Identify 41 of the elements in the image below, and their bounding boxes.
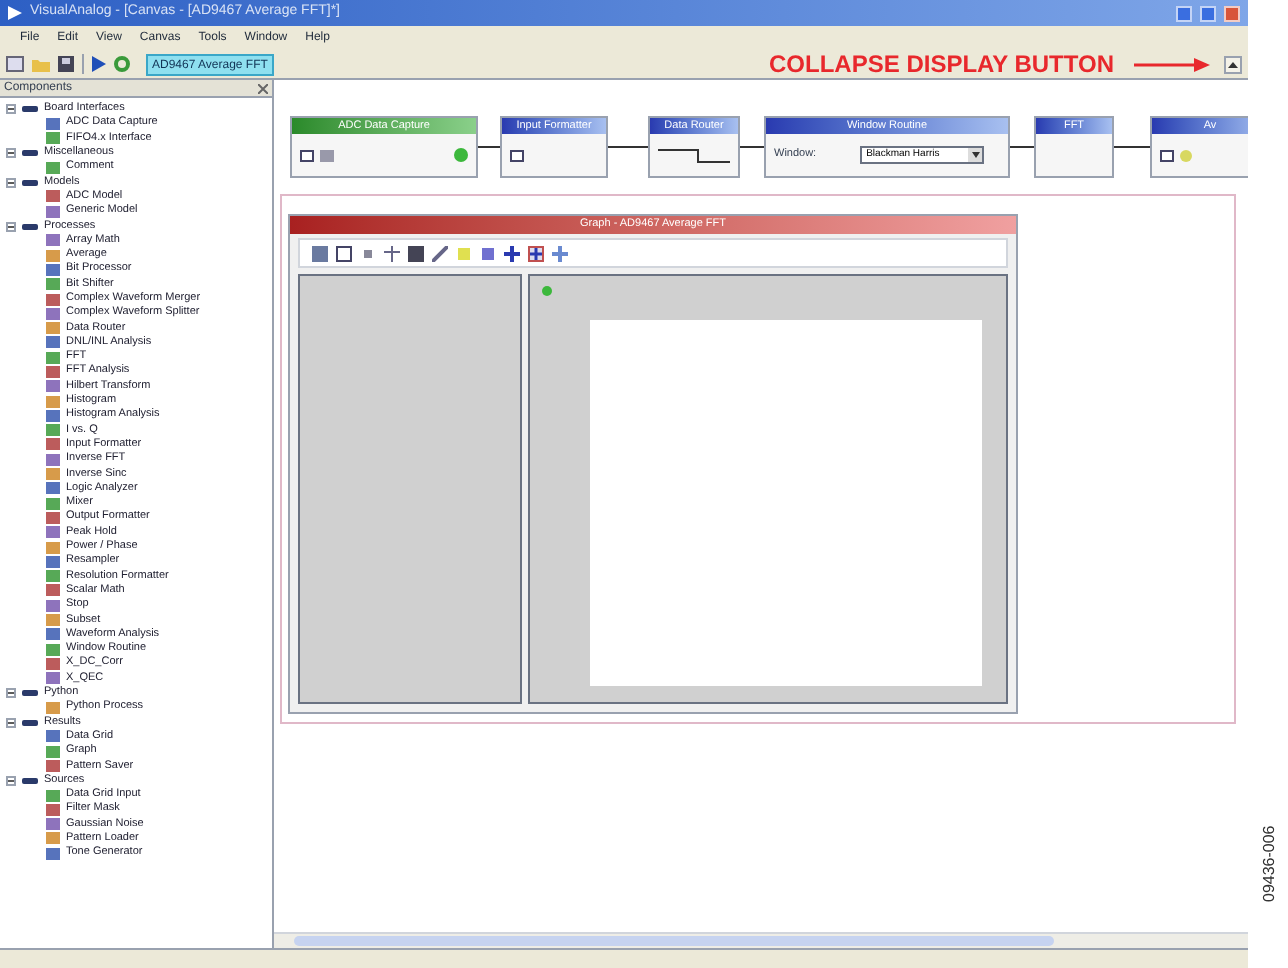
- maximize-button[interactable]: [1200, 5, 1216, 21]
- minimize-button[interactable]: [1176, 5, 1192, 21]
- crosshair-icon[interactable]: [504, 245, 520, 261]
- status-led-icon: [542, 286, 552, 296]
- caret-icon: [1228, 61, 1238, 67]
- window-icon[interactable]: [336, 245, 352, 261]
- window-icon: [300, 149, 314, 161]
- annotation-arrow: [1134, 57, 1210, 71]
- expand-toggle[interactable]: [6, 148, 16, 159]
- connector-line: [1010, 146, 1034, 148]
- horizontal-scrollbar[interactable]: [274, 932, 1248, 948]
- expand-toggle[interactable]: [6, 688, 16, 699]
- close-button[interactable]: [1224, 5, 1240, 21]
- new-icon[interactable]: [6, 56, 24, 72]
- window-icon: [1160, 149, 1174, 161]
- save-icon[interactable]: [408, 245, 424, 261]
- connector-line: [478, 146, 500, 148]
- caret-icon: [971, 152, 980, 158]
- status-led-icon: [1180, 149, 1192, 161]
- status-led-icon: [454, 148, 468, 162]
- collapse-display-button[interactable]: [1224, 55, 1242, 73]
- play-icon[interactable]: [92, 56, 106, 72]
- expand-toggle[interactable]: [6, 717, 16, 728]
- crosshair-icon[interactable]: [528, 245, 544, 261]
- window-icon: [510, 149, 524, 161]
- expand-toggle[interactable]: [6, 221, 16, 232]
- routing-diagram-icon: [658, 143, 730, 167]
- expand-toggle[interactable]: [6, 775, 16, 786]
- app-logo-icon: [8, 6, 22, 20]
- expand-toggle[interactable]: [6, 104, 16, 115]
- component-icon: [46, 701, 60, 714]
- figure-id: 09436-006: [1258, 823, 1280, 902]
- save-icon[interactable]: [58, 56, 74, 72]
- component-icon: [46, 161, 60, 174]
- connector-line: [740, 146, 764, 148]
- close-icon[interactable]: [258, 83, 268, 93]
- connector-line: [608, 146, 648, 148]
- refresh-icon[interactable]: [114, 56, 130, 72]
- connector-line: [1114, 146, 1150, 148]
- annotation-label: COLLAPSE DISPLAY BUTTON: [769, 48, 1114, 82]
- expand-toggle[interactable]: [6, 177, 16, 188]
